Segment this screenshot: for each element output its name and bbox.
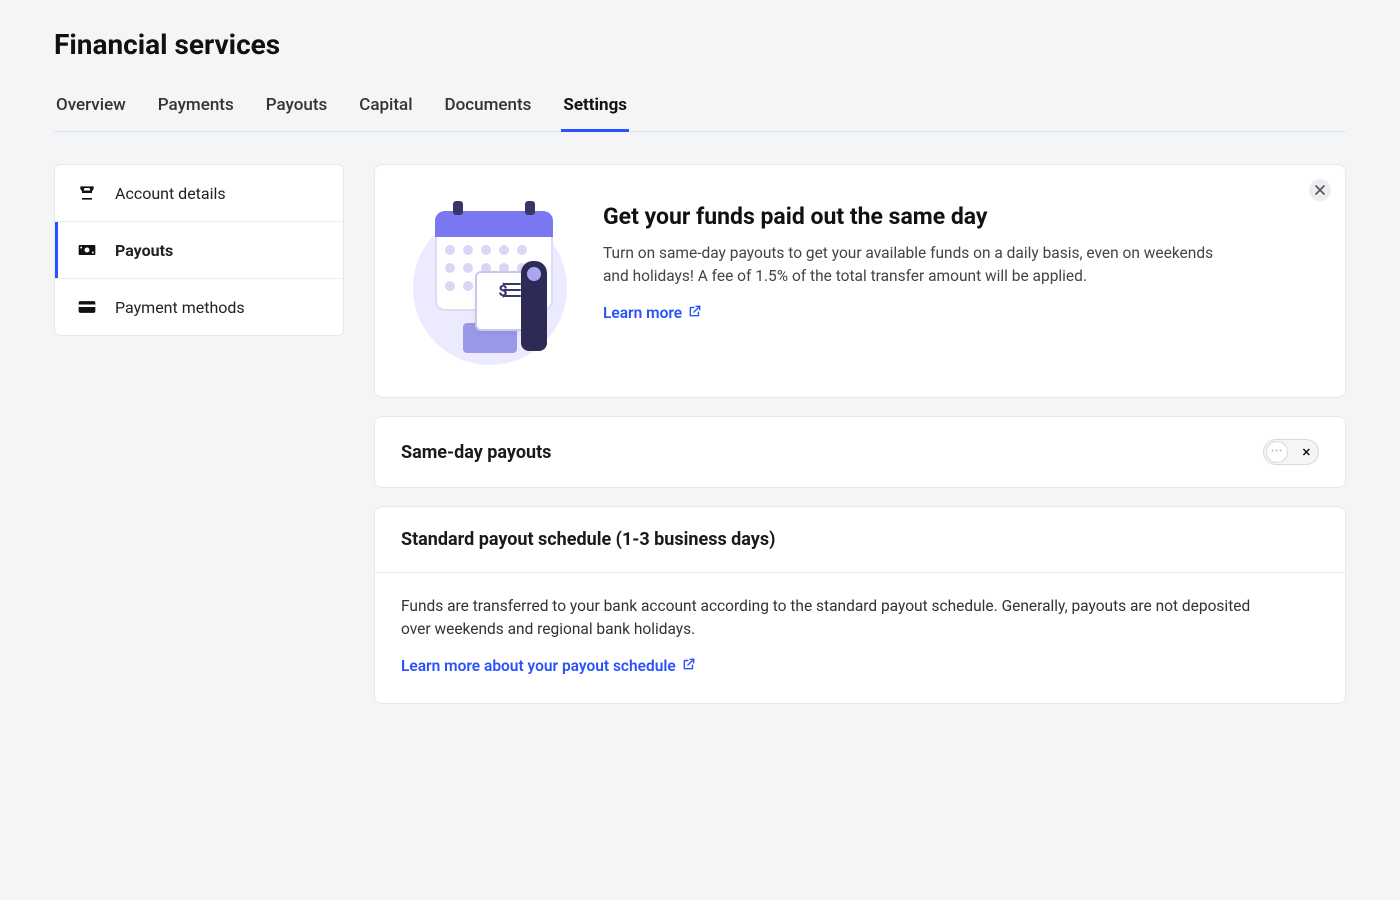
external-link-icon bbox=[682, 657, 696, 675]
same-day-payouts-row: Same-day payouts ••• ✕ bbox=[374, 416, 1346, 488]
tab-bar: Overview Payments Payouts Capital Docume… bbox=[54, 85, 1346, 132]
schedule-body: Funds are transferred to your bank accou… bbox=[401, 595, 1261, 642]
page-title: Financial services bbox=[54, 28, 1346, 61]
promo-card: $ Get your funds paid out the same day T… bbox=[374, 164, 1346, 398]
sidebar-item-payouts[interactable]: Payouts bbox=[55, 222, 343, 279]
external-link-icon bbox=[688, 304, 702, 322]
settings-sidebar: Account details Payouts Payment methods bbox=[54, 164, 344, 336]
storefront-icon bbox=[77, 183, 97, 203]
tab-overview[interactable]: Overview bbox=[54, 85, 128, 132]
close-icon[interactable] bbox=[1309, 179, 1331, 201]
sidebar-item-label: Payouts bbox=[115, 241, 173, 260]
tab-payments[interactable]: Payments bbox=[156, 85, 236, 132]
tab-payouts[interactable]: Payouts bbox=[264, 85, 330, 132]
schedule-learn-more-link[interactable]: Learn more about your payout schedule bbox=[401, 657, 696, 675]
link-label: Learn more about your payout schedule bbox=[401, 657, 676, 675]
schedule-title: Standard payout schedule (1-3 business d… bbox=[401, 529, 1319, 550]
cash-icon bbox=[77, 240, 97, 260]
promo-body: Turn on same-day payouts to get your ava… bbox=[603, 242, 1223, 289]
toggle-off-indicator-icon: ✕ bbox=[1302, 446, 1311, 459]
same-day-toggle[interactable]: ••• ✕ bbox=[1263, 439, 1319, 465]
card-icon bbox=[77, 297, 97, 317]
standard-schedule-card: Standard payout schedule (1-3 business d… bbox=[374, 506, 1346, 704]
toggle-knob: ••• bbox=[1266, 441, 1288, 463]
sidebar-item-payment-methods[interactable]: Payment methods bbox=[55, 279, 343, 335]
promo-title: Get your funds paid out the same day bbox=[603, 203, 1223, 230]
tab-capital[interactable]: Capital bbox=[357, 85, 414, 132]
link-label: Learn more bbox=[603, 304, 682, 322]
tab-documents[interactable]: Documents bbox=[443, 85, 534, 132]
promo-illustration: $ bbox=[405, 193, 575, 363]
same-day-label: Same-day payouts bbox=[401, 442, 551, 463]
tab-settings[interactable]: Settings bbox=[561, 85, 629, 132]
sidebar-item-label: Account details bbox=[115, 184, 226, 203]
sidebar-item-account-details[interactable]: Account details bbox=[55, 165, 343, 222]
sidebar-item-label: Payment methods bbox=[115, 298, 245, 317]
promo-learn-more-link[interactable]: Learn more bbox=[603, 304, 702, 322]
